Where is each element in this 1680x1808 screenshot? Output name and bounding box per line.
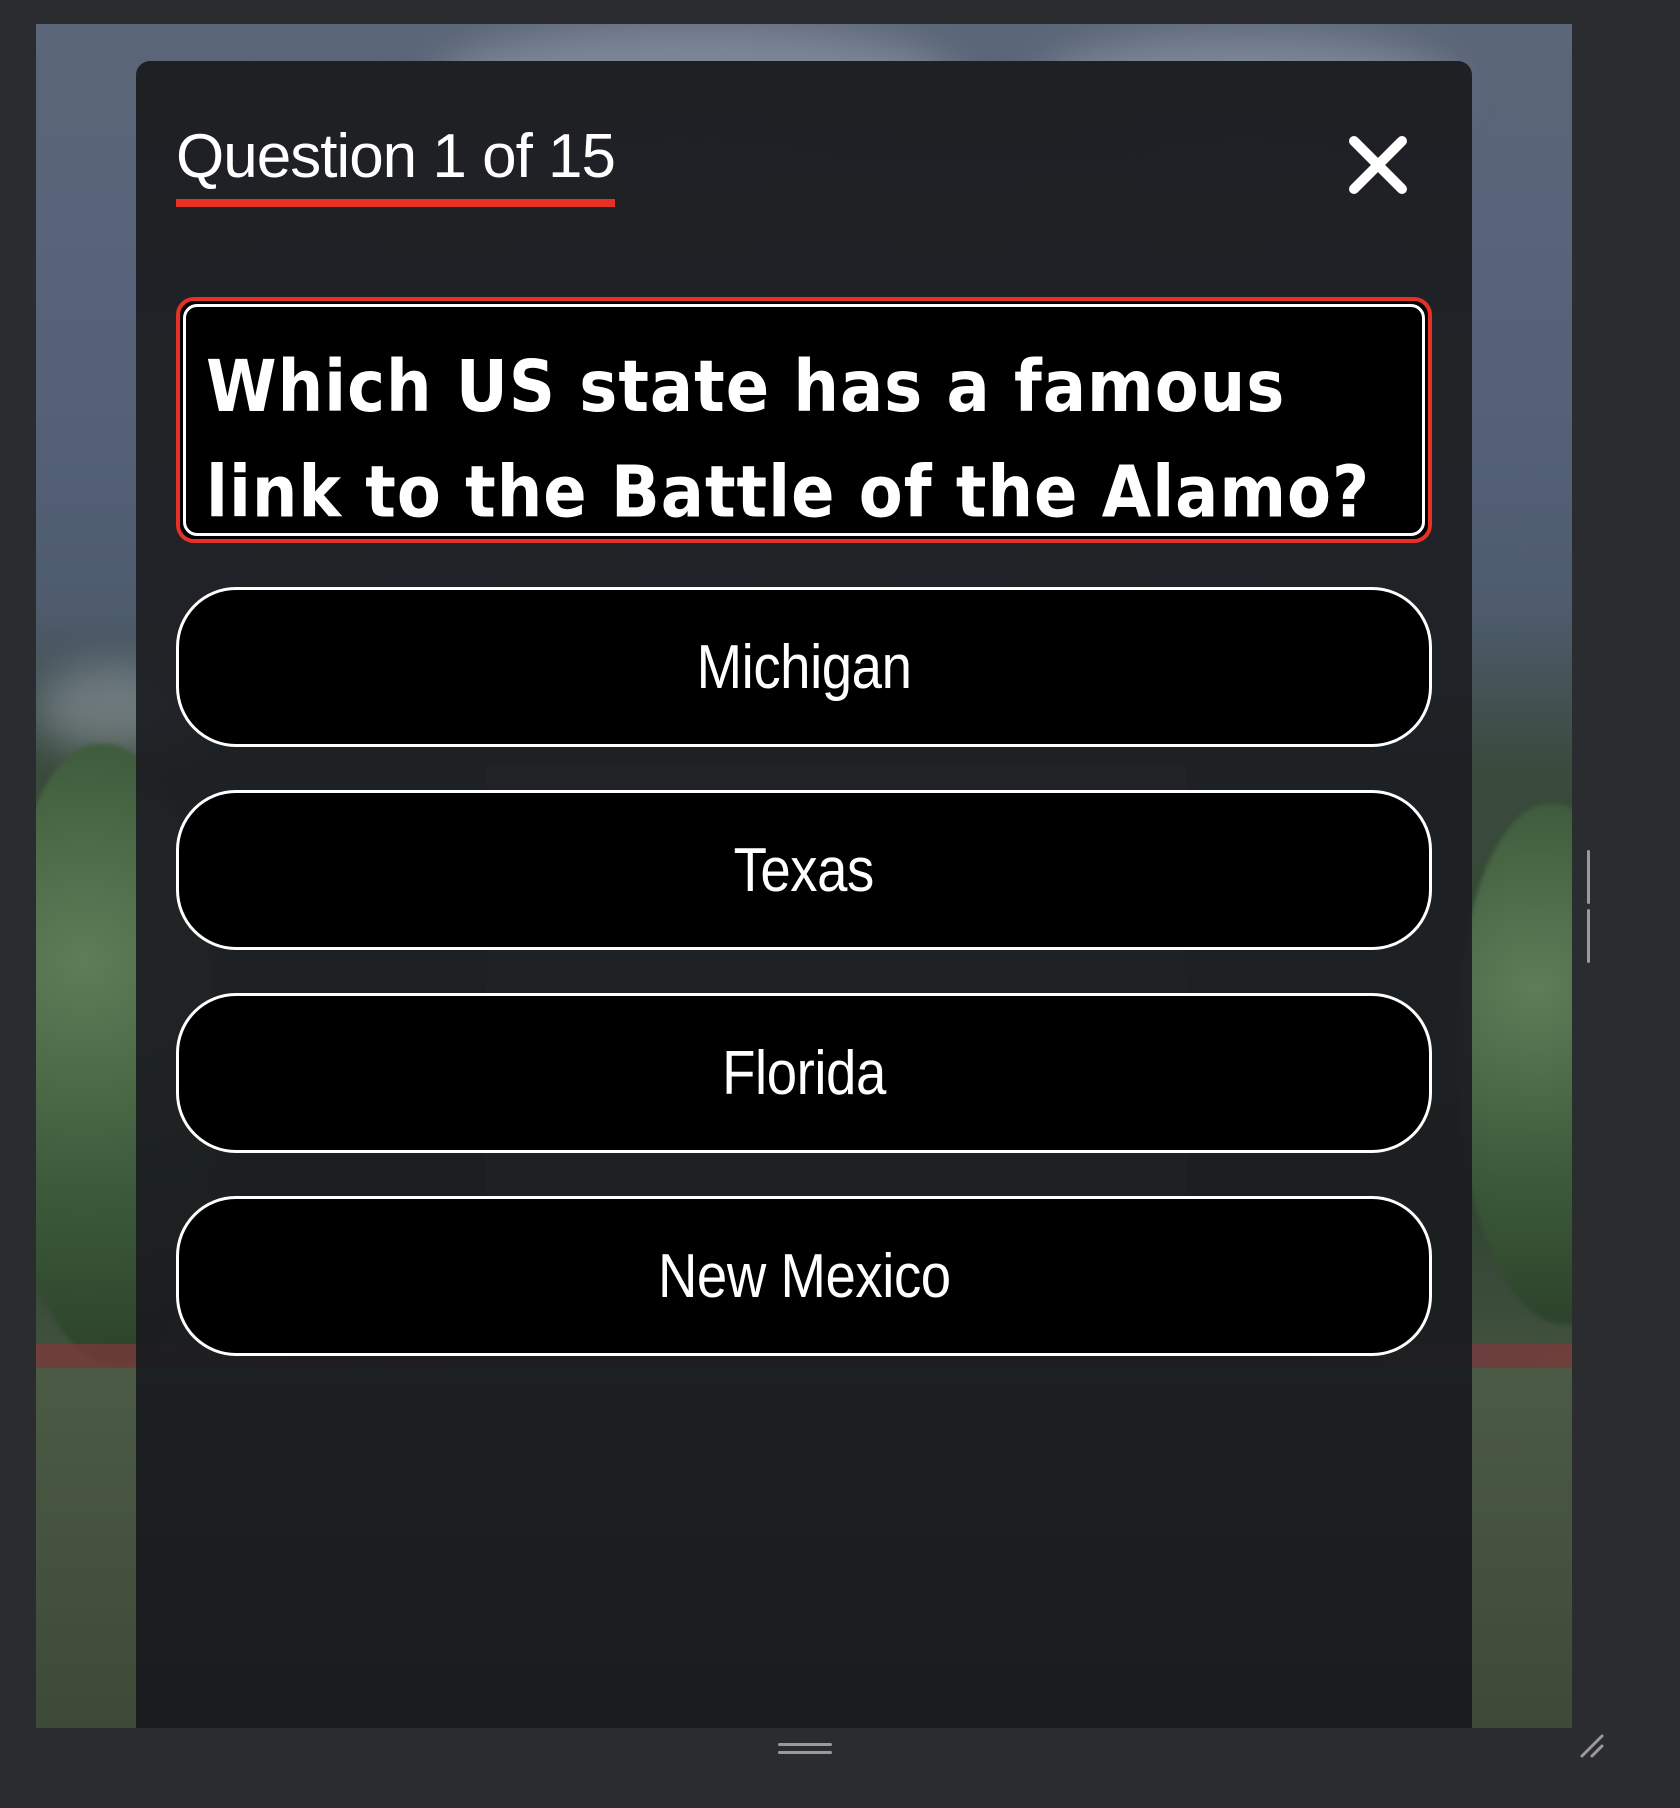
answer-label: New Mexico (657, 1241, 951, 1311)
answer-button-michigan[interactable]: Michigan (176, 587, 1432, 747)
grip-line (778, 1743, 832, 1746)
close-icon (1349, 136, 1407, 194)
answer-button-texas[interactable]: Texas (176, 790, 1432, 950)
question-text: Which US state has a famous link to the … (206, 346, 1371, 535)
answer-label: Michigan (696, 632, 912, 702)
question-inner: Which US state has a famous link to the … (183, 304, 1425, 536)
tree (1456, 804, 1572, 1324)
grip-line (1587, 909, 1590, 963)
grip-line (1587, 850, 1590, 904)
bottom-bar (0, 1728, 1680, 1808)
quiz-modal: Question 1 of 15 Which US state has a fa… (136, 61, 1472, 1728)
answer-button-florida[interactable]: Florida (176, 993, 1432, 1153)
resize-corner-icon[interactable] (1576, 1730, 1608, 1762)
side-resize-grip[interactable] (1587, 850, 1601, 963)
grip-line (778, 1751, 832, 1754)
question-counter: Question 1 of 15 (176, 121, 616, 207)
answer-label: Texas (733, 835, 875, 905)
answer-label: Florida (722, 1038, 886, 1108)
bottom-resize-grip[interactable] (778, 1743, 832, 1757)
question-box: Which US state has a famous link to the … (176, 297, 1432, 543)
answer-button-new-mexico[interactable]: New Mexico (176, 1196, 1432, 1356)
close-button[interactable] (1342, 129, 1414, 201)
